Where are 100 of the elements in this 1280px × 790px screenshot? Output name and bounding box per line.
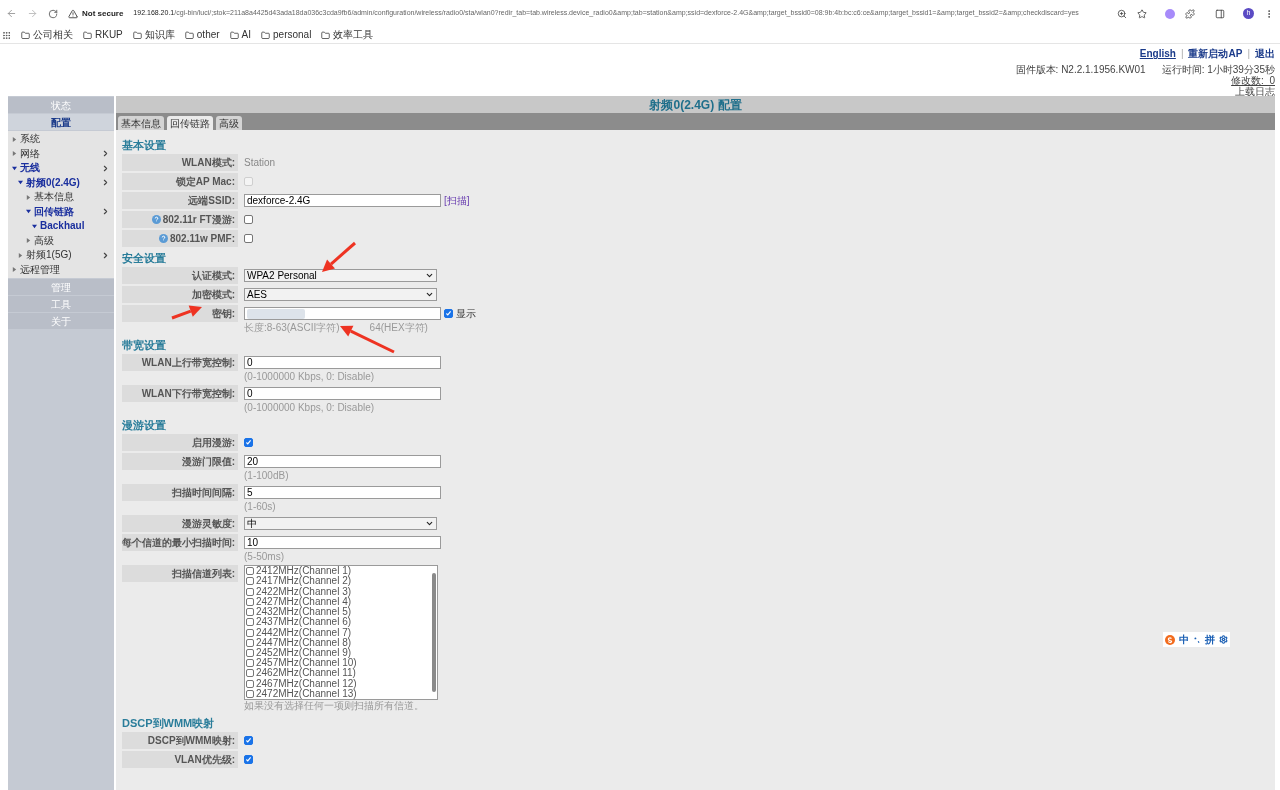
channel-option[interactable]: 2432MHz(Channel 5) [256, 607, 352, 618]
checkbox[interactable] [244, 438, 253, 447]
label-text: 漫游门限值: [181, 455, 235, 469]
channel-option[interactable]: 2422MHz(Channel 3) [256, 586, 352, 597]
sidebar-item[interactable]: 射频0(2.4G) [8, 175, 114, 190]
channel-option[interactable]: 2427MHz(Channel 4) [256, 596, 352, 607]
reload-icon[interactable] [48, 8, 58, 19]
checkbox[interactable] [246, 679, 254, 688]
sidebar-item[interactable]: Backhaul [8, 219, 114, 234]
checkbox[interactable] [246, 659, 254, 668]
input-field[interactable]: 0 [244, 356, 441, 369]
input-field[interactable]: 20 [244, 455, 441, 468]
bookmark[interactable]: personal [261, 30, 312, 40]
checkbox[interactable] [244, 234, 253, 243]
select-dropdown[interactable]: 中 [244, 517, 437, 530]
bookmark[interactable]: 效率工具 [321, 30, 374, 40]
label-text: 认证模式: [191, 269, 235, 283]
sidebar-item[interactable]: 无线 [8, 161, 114, 176]
channel-option[interactable]: 2472MHz(Channel 13) [256, 688, 357, 699]
checkbox[interactable] [246, 597, 254, 606]
input-field[interactable]: dexforce-2.4G [244, 194, 441, 207]
ime-logo-icon[interactable] [1165, 634, 1175, 645]
settings-icon[interactable] [1219, 635, 1228, 644]
input-field[interactable]: 10 [244, 536, 441, 549]
page-title: 射频0(2.4G) 配置 [649, 96, 742, 114]
password-field[interactable] [244, 307, 441, 320]
header-link[interactable]: English [1139, 46, 1176, 61]
star-icon[interactable] [1137, 8, 1147, 19]
checkbox[interactable] [244, 736, 253, 745]
checkbox[interactable] [246, 618, 254, 627]
sidebar-item[interactable]: 高级 [8, 233, 114, 248]
extension-icon[interactable] [1165, 8, 1175, 19]
tab[interactable]: 基本信息 [118, 116, 164, 130]
select-dropdown[interactable]: AES [244, 288, 437, 301]
link-separator: | [1180, 47, 1184, 61]
checkbox[interactable] [246, 577, 254, 586]
channel-option[interactable]: 2457MHz(Channel 10) [256, 658, 357, 669]
channel-option[interactable]: 2447MHz(Channel 8) [256, 637, 352, 648]
field-hint: (1-100dB) [244, 470, 290, 482]
sidebar-header[interactable]: 配置 [8, 114, 114, 130]
select-dropdown[interactable]: WPA2 Personal [244, 269, 437, 282]
bookmark[interactable]: 知识库 [132, 30, 175, 40]
ime-input-mode[interactable]: 拼 [1205, 632, 1215, 647]
checkbox[interactable] [244, 755, 253, 764]
field-value: Station [244, 156, 276, 170]
channel-list[interactable] [244, 565, 438, 700]
extensions-icon[interactable] [1185, 8, 1195, 19]
collapsed-triangle-icon [12, 136, 17, 142]
channel-option[interactable]: 2462MHz(Channel 11) [256, 668, 356, 679]
uptime: 运行时间: 1小时39分35秒 [1161, 64, 1275, 75]
checkbox[interactable] [246, 669, 254, 678]
checkbox[interactable] [246, 628, 254, 637]
input-field[interactable]: 0 [244, 387, 441, 400]
changes-link[interactable]: 修改数: 0 [1231, 75, 1275, 86]
channel-option[interactable]: 2417MHz(Channel 2) [256, 576, 352, 587]
channel-option[interactable]: 2437MHz(Channel 6) [256, 617, 352, 628]
sidebar-item[interactable]: 射频1(5G) [8, 248, 114, 263]
checkbox[interactable] [444, 309, 453, 318]
collapsed-triangle-icon [26, 194, 31, 200]
checkbox[interactable] [246, 567, 254, 576]
tab[interactable]: 回传链路 [167, 116, 213, 130]
firmware-version: 固件版本: N2.2.1.1956.KW01 [1015, 64, 1146, 75]
channel-option[interactable]: 2467MHz(Channel 12) [256, 678, 357, 689]
upload-log-link[interactable]: 上载日志 [1235, 86, 1275, 97]
bookmark[interactable]: other [184, 30, 220, 40]
checkbox[interactable] [246, 587, 254, 596]
zoom-icon[interactable] [1117, 8, 1127, 19]
channel-option[interactable]: 2452MHz(Channel 9) [256, 648, 352, 658]
label-text: 加密模式: [191, 288, 235, 302]
back-icon[interactable] [6, 8, 17, 19]
bookmark[interactable]: 公司相关 [21, 30, 73, 40]
punctuation-icon[interactable] [1193, 635, 1201, 644]
header-link[interactable]: 重新启动AP [1188, 46, 1243, 61]
warning-icon [68, 8, 78, 19]
header-link[interactable]: 退出 [1255, 46, 1275, 61]
sidebar-item[interactable]: 基本信息 [8, 190, 114, 205]
input-field[interactable]: 5 [244, 486, 441, 499]
sidebar-item[interactable]: 远程管理 [8, 262, 114, 277]
folder-icon [184, 30, 194, 40]
sidebar-item[interactable]: 系统 [8, 132, 114, 147]
side-panel-icon[interactable] [1215, 8, 1225, 19]
channel-option[interactable]: 2412MHz(Channel 1) [256, 566, 352, 577]
section-title: DSCP到WMM映射 [122, 715, 215, 731]
folder-icon [21, 30, 30, 40]
label-text: WLAN下行带宽控制: [141, 387, 235, 401]
folder-icon [132, 30, 142, 40]
checkbox[interactable] [244, 215, 253, 224]
bookmark[interactable]: RKUP [83, 30, 123, 40]
tab[interactable]: 高级 [216, 116, 242, 130]
checkbox[interactable] [246, 608, 254, 617]
bookmark[interactable]: AI [229, 30, 252, 40]
checkbox[interactable] [246, 649, 254, 657]
sidebar-item[interactable]: 回传链路 [8, 204, 114, 219]
scan-link[interactable]: [扫描] [444, 193, 470, 208]
checkbox[interactable] [246, 638, 254, 647]
sidebar-item[interactable]: 网络 [8, 146, 114, 161]
channel-option[interactable]: 2442MHz(Channel 7) [256, 627, 352, 638]
apps-icon[interactable] [2, 30, 11, 40]
checkbox[interactable] [246, 689, 254, 698]
ime-mode[interactable]: 中 [1179, 632, 1189, 647]
